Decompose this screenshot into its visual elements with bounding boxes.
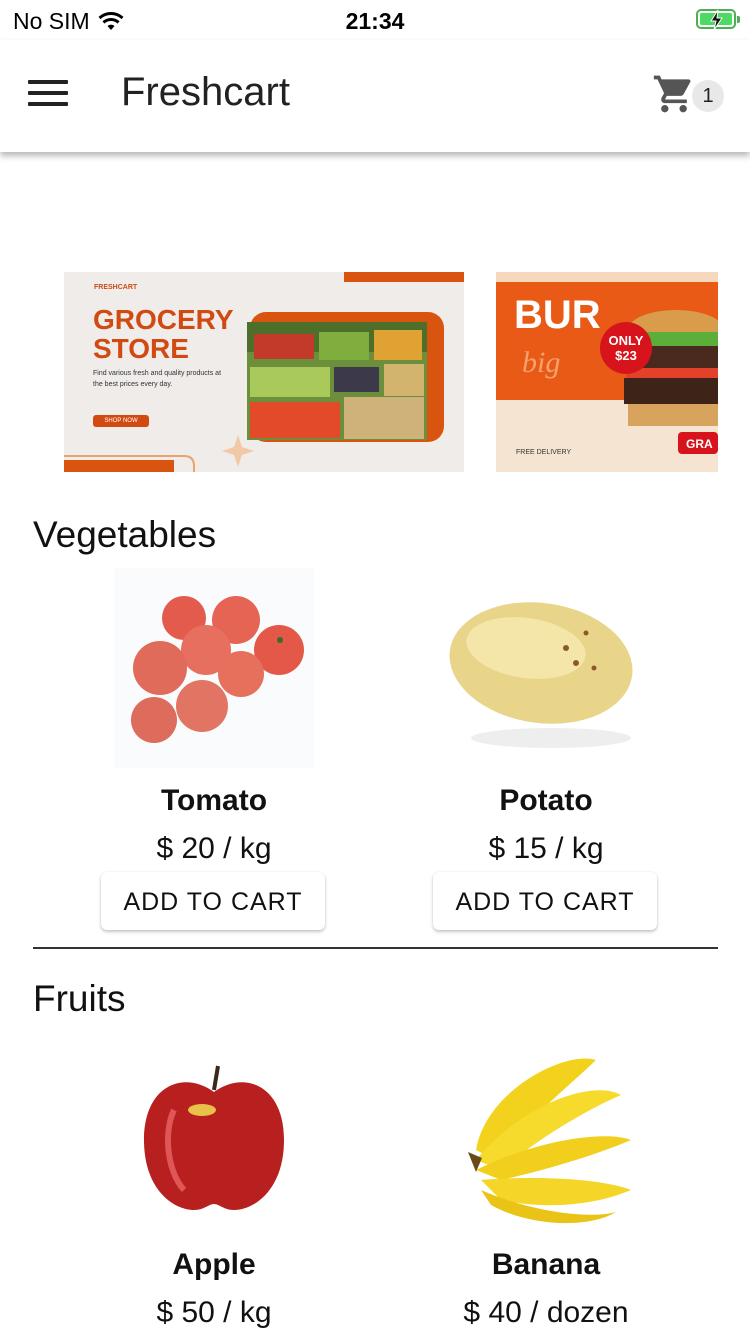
battery-icon: [696, 9, 740, 31]
banner-decoration: [64, 272, 464, 472]
charging-bolt-icon: [710, 9, 723, 31]
cart-icon: [653, 75, 691, 113]
banner-script: big: [522, 346, 560, 379]
price-tag-line2: $23: [615, 348, 637, 363]
status-bar: No SIM 21:34: [0, 0, 750, 40]
banner-burger[interactable]: BUR big ONLY $23 FREE DELIVERY GRA: [496, 272, 718, 472]
potato-image: [446, 568, 646, 768]
app-title: Freshcart: [121, 70, 290, 114]
product-name: Banana: [491, 1248, 601, 1281]
section-divider: [33, 947, 718, 949]
product-name: Tomato: [160, 784, 268, 817]
app-bar: Freshcart 1: [0, 40, 750, 152]
banana-image: [446, 1040, 646, 1240]
banner-footer: FREE DELIVERY: [516, 449, 571, 456]
banner-corner-text: GRA: [686, 437, 713, 451]
banner-headline: BUR: [514, 293, 601, 337]
hamburger-icon: [28, 80, 68, 84]
product-price: $ 40 / dozen: [463, 1296, 629, 1329]
product-price: $ 20 / kg: [156, 832, 272, 865]
section-title-vegetables: Vegetables: [33, 514, 217, 555]
add-to-cart-button[interactable]: ADD TO CART: [101, 872, 325, 930]
product-name: Apple: [172, 1248, 256, 1281]
status-time: 21:34: [345, 8, 405, 34]
apple-image: [114, 1040, 314, 1240]
menu-button[interactable]: [28, 80, 68, 110]
tomato-image: [114, 568, 314, 768]
banner-grocery-store[interactable]: FRESHCART GROCERY STORE Find various fre…: [64, 272, 464, 472]
burger-banner-art: BUR big ONLY $23 FREE DELIVERY GRA: [496, 272, 718, 472]
cart-count-badge: 1: [692, 80, 724, 112]
cart-button[interactable]: 1: [652, 72, 732, 122]
price-tag-line1: ONLY: [609, 333, 644, 348]
product-price: $ 50 / kg: [156, 1296, 272, 1329]
product-name: Potato: [499, 784, 593, 817]
product-price: $ 15 / kg: [488, 832, 604, 865]
section-title-fruits: Fruits: [33, 978, 126, 1019]
add-to-cart-button[interactable]: ADD TO CART: [433, 872, 657, 930]
